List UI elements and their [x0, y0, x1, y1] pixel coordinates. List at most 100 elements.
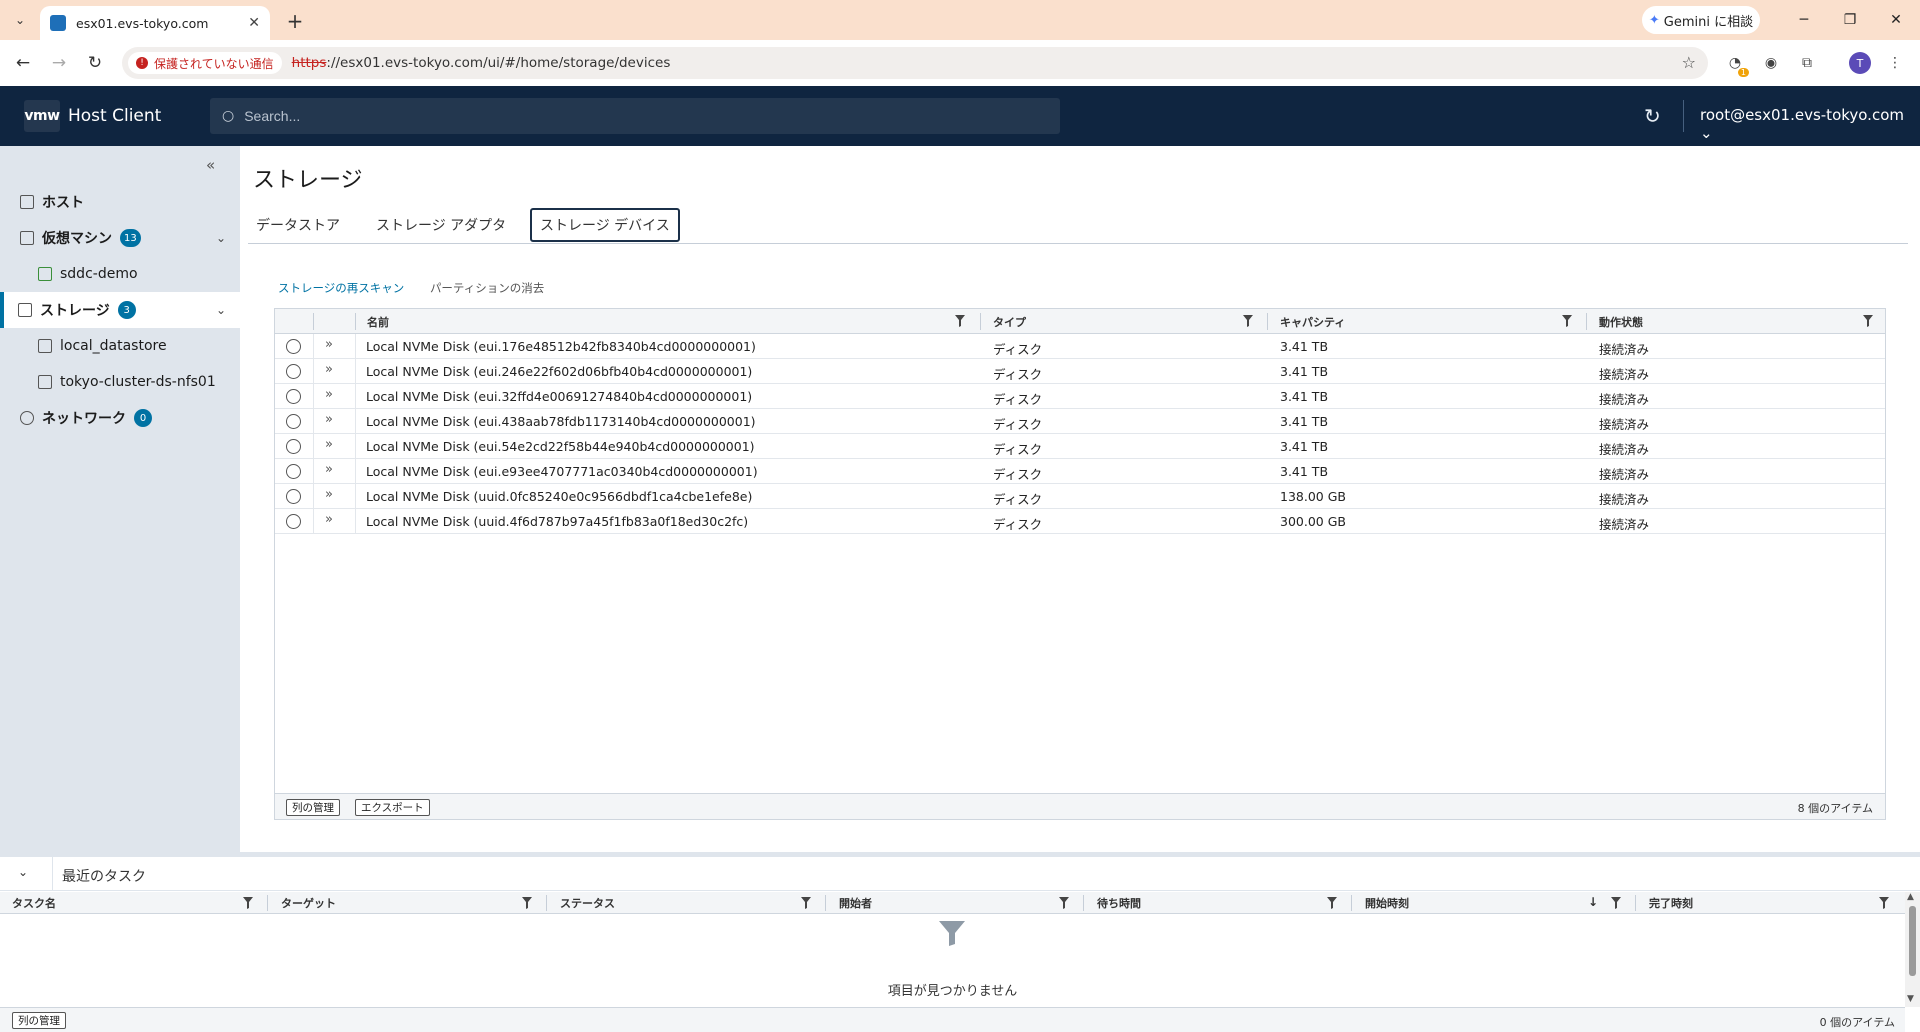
sidebar-item-storage[interactable]: ストレージ 3 ⌄	[0, 292, 240, 328]
search-input[interactable]	[244, 108, 1045, 124]
new-tab-plus-icon[interactable]: +	[282, 8, 308, 34]
table-row[interactable]: » Local NVMe Disk (uuid.0fc85240e0c9566d…	[275, 484, 1885, 509]
filter-icon[interactable]	[1611, 897, 1621, 909]
sort-descending-icon[interactable]: ↓	[1588, 895, 1598, 909]
tab-storage-devices[interactable]: ストレージ デバイス	[530, 208, 680, 242]
chevron-down-icon[interactable]: ⌄	[216, 231, 226, 245]
sidebar-item-network[interactable]: ネットワーク 0	[0, 400, 240, 436]
row-select-radio[interactable]	[286, 364, 301, 379]
device-name: Local NVMe Disk (eui.54e2cd22f58b44e940b…	[366, 439, 755, 454]
expand-row-icon[interactable]: »	[325, 512, 333, 527]
scrollbar-thumb[interactable]	[1909, 906, 1916, 976]
profile-avatar[interactable]: T	[1849, 52, 1871, 74]
table-row[interactable]: » Local NVMe Disk (uuid.4f6d787b97a45f1f…	[275, 509, 1885, 534]
col-header-type[interactable]: タイプ	[993, 309, 1026, 334]
back-arrow-icon[interactable]: ←	[10, 50, 36, 76]
manage-columns-button[interactable]: 列の管理	[12, 1012, 66, 1029]
col-header-target[interactable]: ターゲット	[281, 892, 336, 914]
col-header-name[interactable]: 名前	[367, 309, 389, 334]
export-button[interactable]: エクスポート	[355, 799, 430, 816]
sidebar-item-local-datastore[interactable]: local_datastore	[0, 328, 240, 364]
row-select-radio[interactable]	[286, 464, 301, 479]
tab-search-chevron-icon[interactable]: ⌄	[8, 8, 32, 32]
reload-icon[interactable]: ↻	[82, 50, 108, 76]
user-chevron-down-icon: ⌄	[1700, 124, 1713, 142]
row-select-radio[interactable]	[286, 489, 301, 504]
sidebar-item-virtual-machines[interactable]: 仮想マシン 13 ⌄	[0, 220, 240, 256]
expand-row-icon[interactable]: »	[325, 337, 333, 352]
device-capacity: 3.41 TB	[1280, 364, 1329, 379]
expand-row-icon[interactable]: »	[325, 362, 333, 377]
tasks-scrollbar[interactable]: ▲ ▼	[1905, 892, 1920, 1007]
filter-icon[interactable]	[801, 897, 811, 909]
security-chip[interactable]: ! 保護されていない通信	[128, 52, 282, 74]
column-separator	[1635, 895, 1636, 911]
chrome-extension-icon[interactable]: ◉	[1760, 52, 1782, 74]
filter-icon[interactable]	[1059, 897, 1069, 909]
restore-icon[interactable]: ❐	[1830, 6, 1870, 34]
col-header-status[interactable]: 動作状態	[1599, 309, 1643, 334]
refresh-icon[interactable]: ↻	[1644, 104, 1661, 128]
sidebar-item-nfs-datastore[interactable]: tokyo-cluster-ds-nfs01	[0, 364, 240, 400]
table-row[interactable]: » Local NVMe Disk (eui.246e22f602d06bfb4…	[275, 359, 1885, 384]
table-row[interactable]: » Local NVMe Disk (eui.e93ee4707771ac034…	[275, 459, 1885, 484]
filter-icon[interactable]	[1327, 897, 1337, 909]
col-header-initiator[interactable]: 開始者	[839, 892, 872, 914]
filter-icon[interactable]	[522, 897, 532, 909]
user-menu[interactable]: root@esx01.evs-tokyo.com ⌄	[1700, 106, 1920, 142]
row-select-radio[interactable]	[286, 339, 301, 354]
expand-row-icon[interactable]: »	[325, 487, 333, 502]
table-row[interactable]: » Local NVMe Disk (eui.32ffd4e0069127484…	[275, 384, 1885, 409]
table-row[interactable]: » Local NVMe Disk (eui.54e2cd22f58b44e94…	[275, 434, 1885, 459]
expand-row-icon[interactable]: »	[325, 387, 333, 402]
device-capacity: 3.41 TB	[1280, 339, 1329, 354]
filter-icon[interactable]	[1562, 315, 1572, 327]
gemini-button[interactable]: ✦ Gemini に相談	[1642, 6, 1760, 34]
clear-partition-button[interactable]: パーティションの消去	[430, 280, 544, 296]
tab-close-icon[interactable]: ✕	[248, 15, 260, 31]
collapse-tasks-chevron-icon[interactable]: ⌄	[18, 865, 28, 879]
row-select-radio[interactable]	[286, 439, 301, 454]
table-row[interactable]: » Local NVMe Disk (eui.176e48512b42fb834…	[275, 334, 1885, 359]
manage-columns-button[interactable]: 列の管理	[286, 799, 340, 816]
filter-icon[interactable]	[1879, 897, 1889, 909]
browser-tab[interactable]: esx01.evs-tokyo.com ✕	[40, 6, 270, 40]
expand-row-icon[interactable]: »	[325, 462, 333, 477]
tab-datastores[interactable]: データストア	[248, 208, 348, 242]
chevron-down-icon[interactable]: ⌄	[216, 303, 226, 317]
scroll-up-icon[interactable]: ▲	[1907, 892, 1914, 902]
filter-icon[interactable]	[1863, 315, 1873, 327]
col-header-start-time[interactable]: 開始時刻	[1365, 892, 1409, 914]
sidebar-item-host[interactable]: ホスト	[0, 184, 240, 220]
address-bar[interactable]: ! 保護されていない通信 https://esx01.evs-tokyo.com…	[122, 47, 1708, 79]
row-select-radio[interactable]	[286, 414, 301, 429]
expand-row-icon[interactable]: »	[325, 437, 333, 452]
filter-icon[interactable]	[955, 315, 965, 327]
col-header-completion-time[interactable]: 完了時刻	[1649, 892, 1693, 914]
window-close-icon[interactable]: ✕	[1876, 6, 1916, 34]
tab-storage-adapters[interactable]: ストレージ アダプタ	[368, 208, 514, 242]
minimize-icon[interactable]: ─	[1784, 6, 1824, 34]
sidebar-item-label: ホスト	[42, 195, 84, 211]
table-row[interactable]: » Local NVMe Disk (eui.438aab78fdb117314…	[275, 409, 1885, 434]
col-header-queued[interactable]: 待ち時間	[1097, 892, 1141, 914]
col-header-capacity[interactable]: キャパシティ	[1280, 309, 1345, 334]
scroll-down-icon[interactable]: ▼	[1907, 994, 1914, 1004]
bookmark-star-icon[interactable]: ☆	[1682, 53, 1696, 72]
collapse-sidebar-icon[interactable]: «	[206, 156, 215, 174]
extension-badge-icon[interactable]: ◔ 1	[1724, 52, 1749, 77]
extensions-puzzle-icon[interactable]: ⧉	[1796, 52, 1818, 74]
filter-icon[interactable]	[1243, 315, 1253, 327]
col-header-task-name[interactable]: タスク名	[12, 892, 56, 914]
browser-tab-title: esx01.evs-tokyo.com	[76, 15, 209, 31]
global-search[interactable]: ○	[210, 98, 1060, 134]
sidebar-item-sddc-demo[interactable]: sddc-demo	[0, 256, 240, 292]
col-header-status[interactable]: ステータス	[560, 892, 615, 914]
forward-arrow-icon[interactable]: →	[46, 50, 72, 76]
expand-row-icon[interactable]: »	[325, 412, 333, 427]
row-select-radio[interactable]	[286, 389, 301, 404]
filter-icon[interactable]	[243, 897, 253, 909]
row-select-radio[interactable]	[286, 514, 301, 529]
rescan-storage-button[interactable]: ストレージの再スキャン	[278, 280, 404, 296]
chrome-menu-icon[interactable]: ⋮	[1884, 52, 1906, 74]
